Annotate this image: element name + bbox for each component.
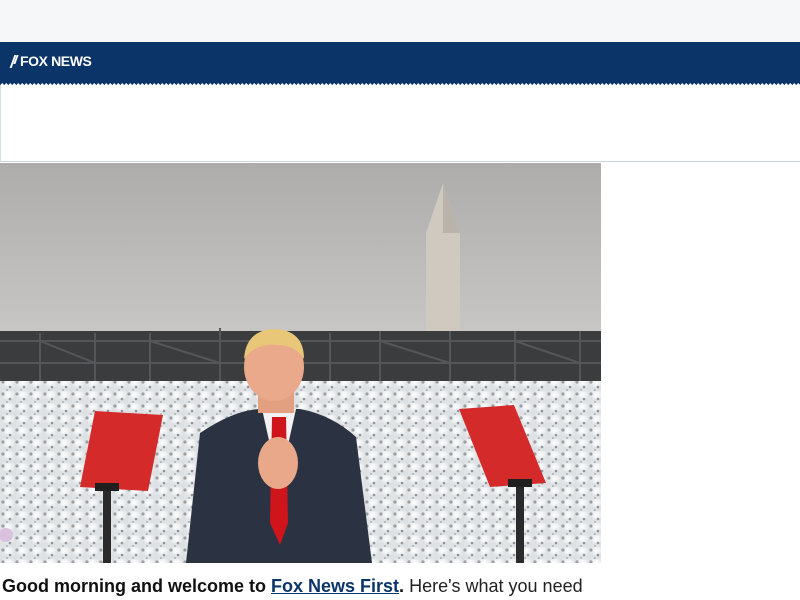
hero-photo-illustration [0,163,601,563]
ad-slot [0,85,800,162]
hero-image[interactable] [0,163,601,563]
fox-news-logo[interactable]: FOX NEWS [11,53,92,69]
site-header: FOX NEWS [0,42,800,85]
logo-slash-icon [11,55,18,68]
intro-paragraph: Good morning and welcome to Fox News Fir… [2,576,792,597]
browser-top-strip [0,0,800,42]
fox-news-first-link[interactable]: Fox News First [271,576,399,596]
intro-greeting: Good morning and welcome to [2,576,272,596]
intro-rest: Here's what you need [404,576,583,596]
logo-text: FOX NEWS [20,53,92,69]
